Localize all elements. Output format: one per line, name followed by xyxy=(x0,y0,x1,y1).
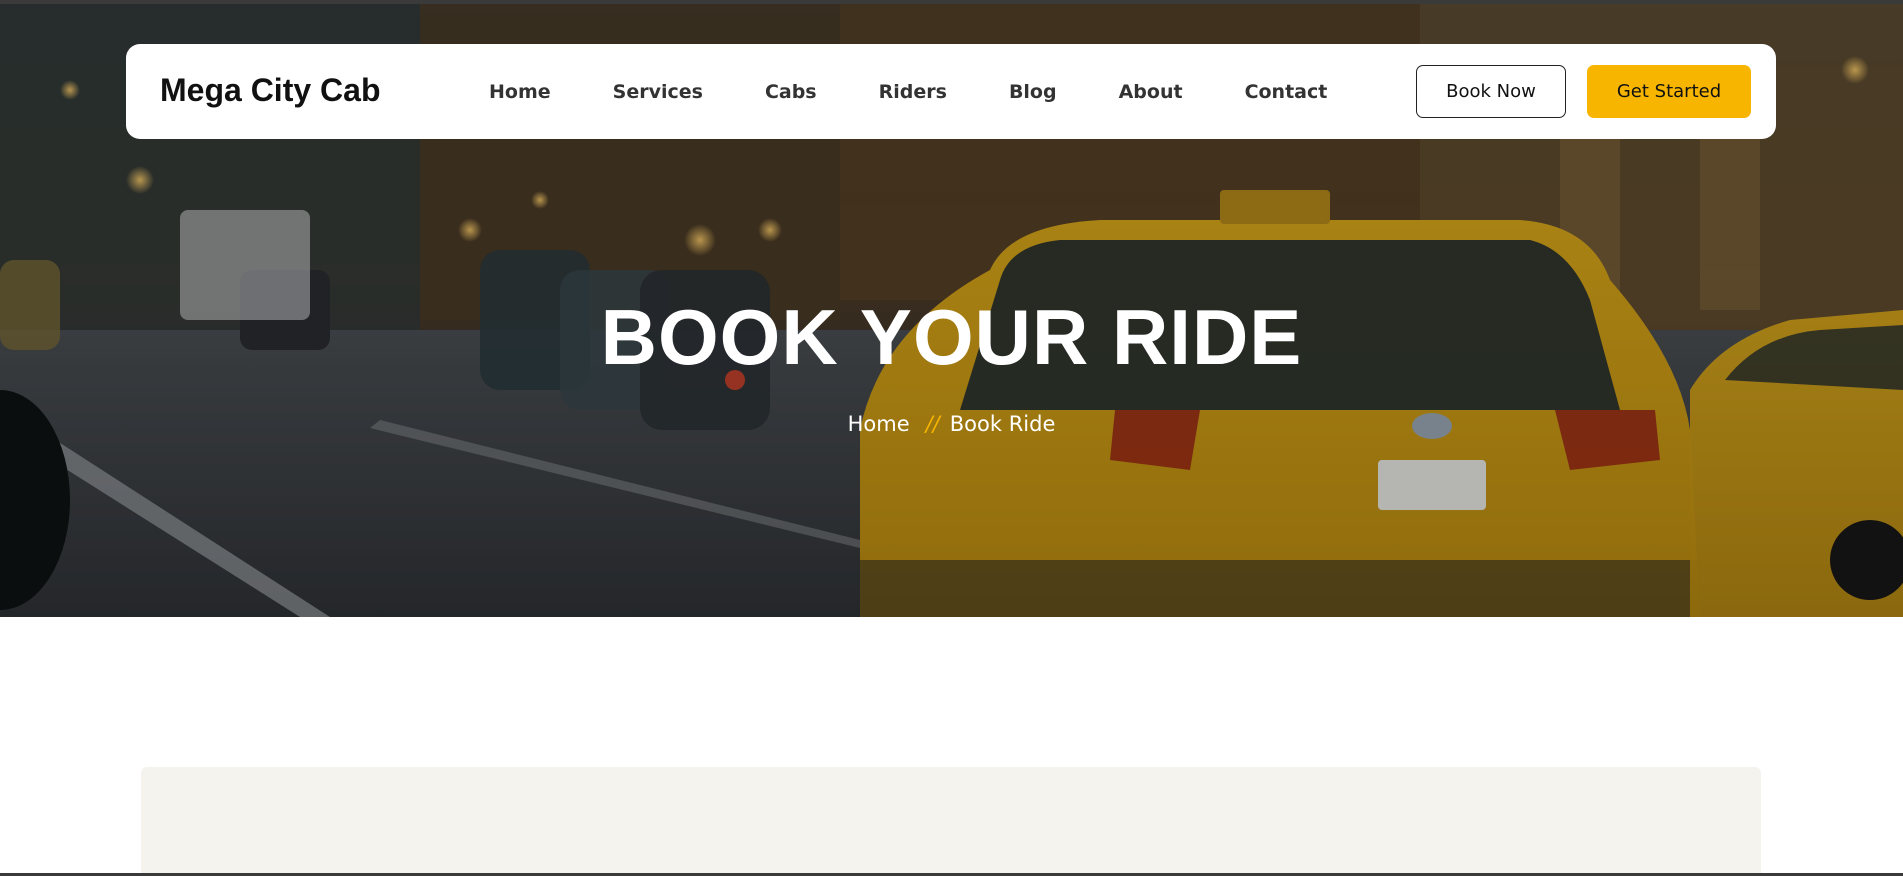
brand-logo[interactable]: Mega City Cab xyxy=(160,72,380,109)
breadcrumb-current: Book Ride xyxy=(949,412,1056,436)
breadcrumb-home-link[interactable]: Home xyxy=(848,412,910,436)
main-navbar: Mega City Cab Home Services Cabs Riders … xyxy=(126,44,1776,139)
book-now-button[interactable]: Book Now xyxy=(1416,65,1566,118)
window-top-edge xyxy=(0,0,1903,4)
get-started-button[interactable]: Get Started xyxy=(1587,65,1751,118)
nav-link-services[interactable]: Services xyxy=(613,81,703,103)
booking-form-card xyxy=(141,767,1761,876)
nav-links: Home Services Cabs Riders Blog About Con… xyxy=(489,44,1327,139)
page-title: BOOK YOUR RIDE xyxy=(600,293,1303,381)
breadcrumb: Home // Book Ride xyxy=(0,412,1903,436)
nav-link-contact[interactable]: Contact xyxy=(1245,81,1328,103)
nav-link-riders[interactable]: Riders xyxy=(879,81,947,103)
nav-link-cabs[interactable]: Cabs xyxy=(765,81,817,103)
page: BOOK YOUR RIDE Home // Book Ride Mega City… xyxy=(0,0,1903,876)
nav-link-home[interactable]: Home xyxy=(489,81,551,103)
nav-link-blog[interactable]: Blog xyxy=(1009,81,1057,103)
breadcrumb-separator: // xyxy=(925,412,940,436)
nav-link-about[interactable]: About xyxy=(1119,81,1183,103)
